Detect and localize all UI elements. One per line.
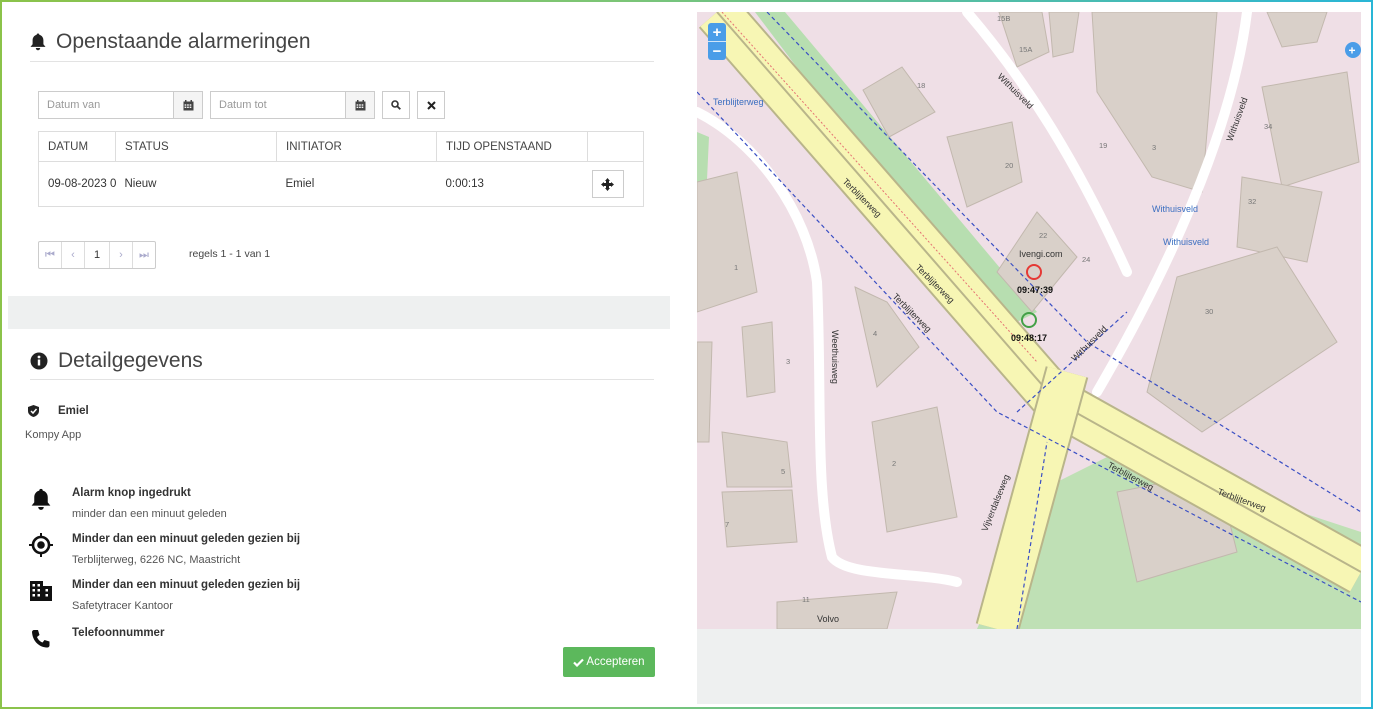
house-number: 7	[725, 520, 729, 529]
table-row[interactable]: 09-08-2023 09: Nieuw Emiel 0:00:13	[38, 161, 644, 207]
bus-stop-label: Withuisveld	[1152, 204, 1198, 214]
house-number: 3	[786, 357, 790, 366]
locate-button[interactable]	[591, 170, 624, 198]
house-number: 3	[1152, 143, 1156, 152]
details-title-row: Detailgegevens	[30, 349, 203, 373]
house-number: 32	[1248, 197, 1256, 206]
house-number: 20	[1005, 161, 1013, 170]
calendar-icon	[183, 99, 193, 110]
marker-time-label: 09:47:39	[1017, 285, 1053, 295]
shield-check-icon	[28, 405, 39, 417]
location-label: Minder dan een minuut geleden gezien bij	[72, 533, 301, 545]
phone-icon	[28, 626, 54, 652]
alarms-divider	[30, 61, 654, 62]
building-value: Safetytracer Kantoor	[72, 600, 173, 612]
location-info-row: Minder dan een minuut geleden gezien bij…	[28, 532, 300, 567]
table-header-row: DATUM STATUS INITIATOR TIJD OPENSTAAND	[38, 131, 644, 162]
cell-tijd: 0:00:13	[436, 161, 588, 207]
bus-stop-label: Withuisveld	[1163, 237, 1209, 247]
cell-initiator: Emiel	[276, 161, 437, 207]
phone-info-row: Telefoonnummer	[28, 626, 164, 652]
alarm-time: minder dan een minuut geleden	[72, 508, 227, 520]
details-title: Detailgegevens	[58, 349, 203, 372]
check-icon	[573, 658, 585, 667]
bell-icon	[28, 486, 54, 512]
app-name: Kompy App	[25, 429, 82, 441]
house-number: 18	[917, 81, 925, 90]
map-view[interactable]: 09:47:39 09:48:17 Terblijterweg Terblijt…	[697, 12, 1361, 629]
plus-icon: +	[1349, 44, 1356, 58]
search-button[interactable]	[382, 91, 410, 119]
bus-stop-label: Terblijterweg	[713, 97, 764, 107]
alarms-table: DATUM STATUS INITIATOR TIJD OPENSTAAND 0…	[38, 131, 644, 207]
column-header-datum: DATUM	[38, 131, 116, 162]
poi-label: Volvo	[817, 614, 839, 624]
date-from-input[interactable]: Datum van	[38, 91, 174, 119]
date-to-input[interactable]: Datum tot	[210, 91, 346, 119]
details-divider	[30, 379, 654, 380]
building-info-row: Minder dan een minuut geleden gezien bij…	[28, 578, 300, 613]
house-number: 15B	[997, 14, 1010, 23]
location-value: Terblijterweg, 6226 NC, Maastricht	[72, 554, 241, 566]
last-page-button[interactable]: ⏭	[133, 242, 155, 268]
pagination-summary: regels 1 - 1 van 1	[189, 248, 271, 260]
map-canvas[interactable]: 09:47:39 09:48:17 Terblijterweg Terblijt…	[697, 12, 1361, 629]
first-page-button[interactable]: ⏮	[39, 242, 62, 268]
user-name: Emiel	[58, 405, 89, 417]
house-number: 15A	[1019, 45, 1032, 54]
building-icon	[28, 578, 54, 604]
house-number: 24	[1082, 255, 1090, 264]
accept-button[interactable]: Accepteren	[563, 647, 655, 677]
column-header-actions	[587, 131, 644, 162]
house-number: 22	[1039, 231, 1047, 240]
column-header-status: STATUS	[115, 131, 277, 162]
cell-datum: 09-08-2023 09:	[38, 161, 116, 207]
current-page: 1	[85, 242, 110, 268]
alarms-title-row: Openstaande alarmeringen	[30, 30, 311, 54]
user-row: Emiel	[28, 405, 89, 417]
house-number: 4	[873, 329, 877, 338]
house-number: 2	[892, 459, 896, 468]
street-label: Weethuisweg	[830, 330, 840, 384]
house-number: 34	[1264, 122, 1272, 131]
zoom-in-button[interactable]: +	[708, 23, 726, 41]
calendar-icon	[355, 99, 365, 110]
gps-target-icon	[28, 532, 54, 558]
pagination: ⏮ ‹ 1 › ⏭	[38, 241, 156, 269]
alarm-info-row: Alarm knop ingedrukt minder dan een minu…	[28, 486, 227, 521]
prev-page-button[interactable]: ‹	[62, 242, 85, 268]
house-number: 5	[781, 467, 785, 476]
clear-button[interactable]	[417, 91, 445, 119]
zoom-control: + −	[708, 23, 726, 60]
search-icon	[391, 100, 401, 110]
zoom-out-button[interactable]: −	[708, 41, 726, 60]
info-icon	[30, 352, 48, 370]
crosshair-arrows-icon	[601, 177, 614, 191]
date-from-calendar-button[interactable]	[173, 91, 203, 119]
next-page-button[interactable]: ›	[110, 242, 133, 268]
left-column: Openstaande alarmeringen Datum van Datum…	[8, 10, 670, 704]
cell-status: Nieuw	[115, 161, 277, 207]
bell-icon	[30, 33, 46, 51]
poi-label: Ivengi.com	[1019, 249, 1063, 259]
details-panel: Detailgegevens Emiel Kompy App Alarm kno…	[8, 329, 670, 704]
close-icon	[426, 100, 436, 110]
phone-label: Telefoonnummer	[72, 627, 165, 639]
house-number: 1	[734, 263, 738, 272]
marker-time-label: 09:48:17	[1011, 333, 1047, 343]
date-to-calendar-button[interactable]	[345, 91, 375, 119]
column-header-tijd: TIJD OPENSTAAND	[436, 131, 588, 162]
alarms-title: Openstaande alarmeringen	[56, 30, 311, 53]
map-footer-area	[697, 629, 1361, 704]
house-number: 11	[802, 595, 810, 604]
alarm-label: Alarm knop ingedrukt	[72, 487, 191, 499]
house-number: 30	[1205, 307, 1213, 316]
building-label: Minder dan een minuut geleden gezien bij	[72, 579, 301, 591]
house-number: 19	[1099, 141, 1107, 150]
accept-label: Accepteren	[586, 656, 645, 668]
column-header-initiator: INITIATOR	[276, 131, 437, 162]
alarms-panel: Openstaande alarmeringen Datum van Datum…	[8, 10, 670, 296]
